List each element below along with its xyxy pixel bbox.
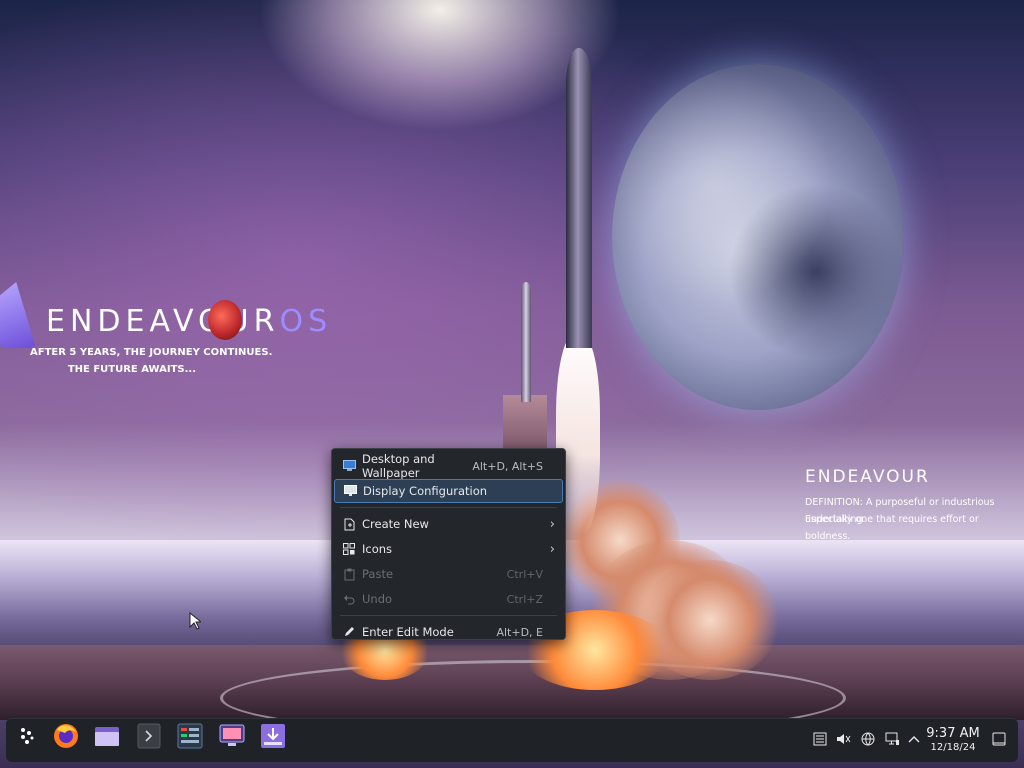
menu-item-label: Paste bbox=[362, 567, 394, 581]
paste-icon bbox=[338, 568, 360, 581]
menu-item-shortcut: Alt+D, Alt+S bbox=[472, 459, 543, 473]
wallpaper-definition-line-2: Especially one that requires effort or b… bbox=[805, 514, 979, 542]
menu-item-shortcut: Ctrl+Z bbox=[506, 592, 543, 606]
menu-item-label: Create New bbox=[362, 517, 429, 531]
software-installer-button[interactable] bbox=[257, 722, 289, 754]
menu-item-label: Icons bbox=[362, 542, 393, 556]
wallpaper-definition-title: ENDEAVOUR bbox=[805, 467, 930, 487]
grid-icon bbox=[338, 543, 360, 555]
wallpaper-planet bbox=[612, 64, 904, 410]
folder-icon bbox=[94, 724, 120, 752]
file-manager-button[interactable] bbox=[91, 722, 123, 754]
menu-item-undo[interactable]: Undo Ctrl+Z bbox=[334, 587, 563, 611]
firefox-icon bbox=[52, 722, 80, 754]
endeavouros-logo-icon bbox=[0, 282, 36, 348]
menu-item-paste[interactable]: Paste Ctrl+V bbox=[334, 562, 563, 586]
terminal-button[interactable] bbox=[133, 722, 165, 754]
display-tray-icon[interactable] bbox=[883, 730, 901, 748]
menu-item-shortcut: Alt+D, E bbox=[496, 625, 543, 639]
wallpaper-brand: ENDEAVOUROS bbox=[46, 304, 333, 339]
clock-date[interactable]: 12/18/24 bbox=[922, 742, 984, 753]
menu-item-enter-edit-mode[interactable]: Enter Edit Mode Alt+D, E bbox=[334, 620, 563, 644]
volume-muted-icon[interactable] bbox=[835, 730, 853, 748]
wallpaper-small-rocket bbox=[521, 282, 531, 402]
menu-item-shortcut: Ctrl+V bbox=[506, 567, 543, 581]
show-desktop-icon[interactable] bbox=[990, 730, 1008, 748]
wallpaper-rocket bbox=[566, 48, 592, 348]
menu-item-label: Enter Edit Mode bbox=[362, 625, 454, 639]
system-monitor-button[interactable] bbox=[174, 722, 206, 754]
chevron-right-icon: › bbox=[549, 516, 555, 532]
menu-item-create-new[interactable]: Create New › bbox=[334, 512, 563, 536]
desktop-context-menu: Desktop and Wallpaper Alt+D, Alt+S Displ… bbox=[331, 448, 566, 640]
firefox-button[interactable] bbox=[50, 722, 82, 754]
system-monitor-icon bbox=[177, 723, 203, 753]
menu-item-desktop-wallpaper[interactable]: Desktop and Wallpaper Alt+D, Alt+S bbox=[334, 452, 563, 480]
desktop[interactable]: ENDEAVOUROS AFTER 5 YEARS, THE JOURNEY C… bbox=[0, 0, 1024, 768]
menu-item-label: Display Configuration bbox=[363, 484, 488, 498]
monitor-icon bbox=[339, 485, 361, 497]
chevron-up-icon[interactable] bbox=[905, 730, 923, 748]
endeavour-launcher-icon bbox=[15, 725, 37, 751]
undo-icon bbox=[338, 593, 360, 605]
mouse-cursor-icon bbox=[189, 611, 203, 634]
wallpaper-tagline-2: THE FUTURE AWAITS... bbox=[67, 364, 196, 375]
menu-separator bbox=[340, 615, 557, 616]
application-launcher-button[interactable] bbox=[10, 722, 42, 754]
clipboard-icon[interactable] bbox=[811, 730, 829, 748]
wallpaper-tagline-1: AFTER 5 YEARS, THE JOURNEY CONTINUES. bbox=[30, 347, 273, 358]
menu-item-label: Undo bbox=[362, 592, 393, 606]
terminal-icon bbox=[137, 723, 161, 753]
pencil-icon bbox=[338, 626, 360, 638]
network-icon[interactable] bbox=[859, 730, 877, 748]
display-settings-button[interactable] bbox=[216, 722, 248, 754]
clock-time[interactable]: 9:37 AM bbox=[922, 726, 984, 741]
download-icon bbox=[260, 723, 286, 753]
wallpaper-tower bbox=[503, 395, 547, 455]
display-settings-icon bbox=[219, 723, 245, 753]
new-file-icon bbox=[338, 518, 360, 531]
menu-item-display-configuration[interactable]: Display Configuration bbox=[334, 479, 563, 503]
desktop-wallpaper-icon bbox=[338, 460, 360, 472]
chevron-right-icon: › bbox=[549, 541, 555, 557]
menu-item-icons[interactable]: Icons › bbox=[334, 537, 563, 561]
menu-separator bbox=[340, 507, 557, 508]
red-moon-icon bbox=[208, 300, 242, 340]
menu-item-label: Desktop and Wallpaper bbox=[362, 452, 435, 480]
